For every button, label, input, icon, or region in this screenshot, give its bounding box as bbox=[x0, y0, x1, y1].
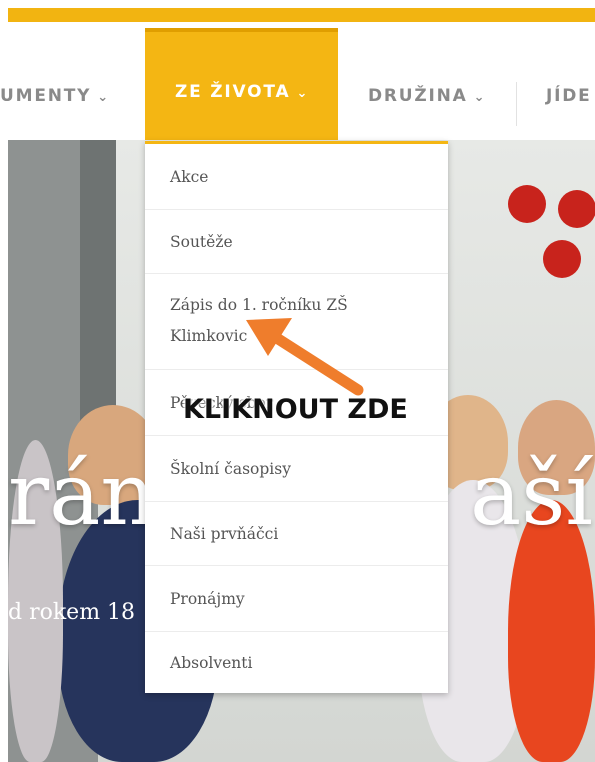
arrow-shaft bbox=[266, 329, 364, 396]
callout-label: KLIKNOUT ZDE bbox=[183, 394, 408, 425]
annotation-arrow-icon bbox=[246, 318, 364, 396]
